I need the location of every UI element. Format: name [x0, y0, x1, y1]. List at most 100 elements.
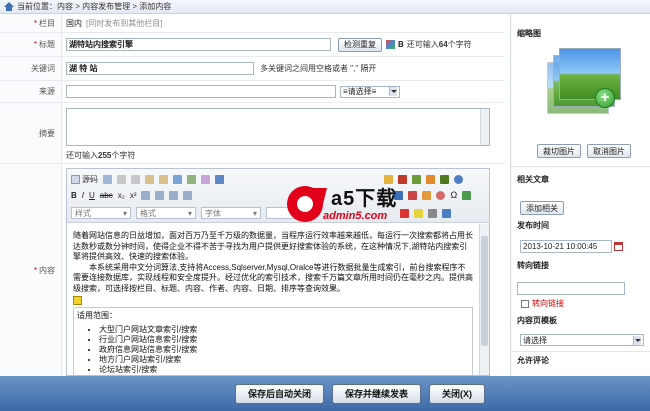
keywords-hint: 多关键词之间用空格或者 "," 隔开 — [260, 64, 377, 73]
editor-toolbar: 源码 B I U abc x₂ x² Ω 样式 ▾ 格式 ▾ 字体 ▾ — [67, 169, 489, 223]
title-char-hint: 还可输入64个字符 — [406, 40, 472, 49]
page-break-icon[interactable] — [462, 190, 472, 200]
anchor-toolbar-icon[interactable] — [422, 190, 432, 200]
bg-color-icon[interactable] — [414, 208, 423, 218]
editor-scrollbar[interactable] — [479, 224, 489, 375]
thumbnail-preview[interactable]: + — [547, 48, 621, 122]
insert-media-icon[interactable] — [426, 174, 435, 184]
scope-list: 大型门户网站文章索引/搜索 行业门户网站信息索引/搜索 政府信息网站信息索引/搜… — [99, 325, 469, 375]
column-label: 栏目 — [39, 18, 55, 28]
ordered-list-icon[interactable] — [141, 190, 151, 200]
table-icon[interactable] — [412, 174, 421, 184]
template-select[interactable]: 请选择 — [520, 334, 644, 346]
paste-icon[interactable] — [145, 174, 154, 184]
format-dropdown[interactable]: 格式 ▾ — [136, 207, 196, 219]
row-source: 来源 ≡请选择≡ — [0, 81, 505, 103]
style-dropdown[interactable]: 样式 ▾ — [71, 207, 131, 219]
paste-word-icon[interactable] — [173, 174, 182, 184]
related-title: 相关文章 — [517, 175, 549, 184]
copy-icon[interactable] — [131, 174, 140, 184]
cancel-image-button[interactable]: 取消图片 — [587, 144, 631, 158]
breadcrumb-text: 当前位置：内容 > 内容发布管理 > 添加内容 — [17, 2, 172, 11]
redirect-title: 转向链接 — [517, 261, 549, 270]
breadcrumb: 当前位置：内容 > 内容发布管理 > 添加内容 — [0, 0, 650, 14]
unordered-list-icon[interactable] — [155, 190, 165, 200]
home-icon — [3, 1, 14, 12]
content-label: 内容 — [39, 265, 55, 275]
editor-content[interactable]: 随着网站信息的日益增加，面对百万乃至千万级的数据量，当程序运行效率越来越低，每运… — [67, 224, 479, 375]
bold-title-toggle[interactable]: B — [398, 40, 404, 49]
underline-button[interactable]: U — [89, 191, 95, 200]
check-duplicate-button[interactable]: 检测重复 — [338, 37, 382, 52]
sidebar: 缩略图 + 裁切图片 取消图片 相关文章 添加相关 发布时间 2013-10-2… — [510, 14, 650, 376]
list-item: 地方门户网站索引/搜索 — [99, 355, 469, 365]
source-code-button[interactable]: 源码 — [71, 174, 98, 185]
keywords-label: 关键词 — [31, 64, 55, 73]
redirect-input[interactable] — [517, 282, 625, 295]
plus-icon[interactable]: + — [595, 88, 615, 108]
save-continue-button[interactable]: 保存并继续发表 — [332, 383, 422, 404]
maximize-icon[interactable] — [428, 208, 437, 218]
undo-icon[interactable] — [215, 174, 224, 184]
globe-icon[interactable] — [454, 174, 463, 184]
smiley-icon[interactable] — [436, 190, 446, 200]
row-keywords: 关键词 湖 特 站 多关键词之间用空格或者 "," 隔开 — [0, 57, 505, 81]
special-char-icon[interactable]: Ω — [450, 190, 457, 200]
source-select[interactable]: ≡请选择≡ — [340, 85, 400, 98]
row-content: * 内容 源码 B I U abc x₂ x² Ω 样式 ▾ 格式 ▾ 字体 ▾… — [0, 164, 505, 376]
summary-scrollbar[interactable] — [480, 109, 489, 145]
list-item: 大型门户网站文章索引/搜索 — [99, 325, 469, 335]
title-input[interactable]: 湖特站内搜索引擎 — [66, 38, 331, 51]
subscript-button[interactable]: x₂ — [118, 191, 125, 200]
chevron-down-icon: ▾ — [252, 208, 257, 218]
close-button[interactable]: 关闭(X) — [429, 383, 486, 404]
comment-title: 允许评论 — [517, 356, 549, 365]
content-paragraph-1: 随着网站信息的日益增加，面对百万乃至千万级的数据量，当程序运行效率越来越低，每运… — [73, 231, 473, 261]
scope-title: 适用范围： — [77, 311, 117, 320]
template-title: 内容页模板 — [517, 316, 557, 325]
source-label: 来源 — [39, 87, 55, 96]
summary-textarea[interactable] — [66, 108, 490, 146]
publish-time-input[interactable]: 2013-10-21 10:00:45 — [520, 240, 612, 253]
color-picker-icon[interactable] — [386, 40, 395, 49]
bold-button[interactable]: B — [71, 191, 77, 200]
add-related-button[interactable]: 添加相关 — [520, 201, 564, 215]
crop-image-button[interactable]: 裁切图片 — [537, 144, 581, 158]
cut-icon[interactable] — [117, 174, 126, 184]
italic-button[interactable]: I — [82, 191, 84, 200]
source-input[interactable] — [66, 85, 336, 98]
save-close-button[interactable]: 保存后自动关闭 — [234, 383, 324, 404]
row-column: * 栏目 国内 [同时发布到其他栏目] — [0, 14, 505, 33]
chevron-down-icon: ▾ — [122, 208, 127, 218]
new-page-icon[interactable] — [103, 174, 112, 184]
video-icon[interactable] — [440, 174, 449, 184]
calendar-icon[interactable] — [614, 242, 623, 251]
paste-text-icon[interactable] — [159, 174, 168, 184]
unlink-icon[interactable] — [408, 190, 418, 200]
strikethrough-button[interactable]: abc — [100, 191, 113, 200]
font-dropdown[interactable]: 字体 ▾ — [201, 207, 261, 219]
about-icon[interactable] — [442, 208, 451, 218]
source-code-icon — [71, 174, 80, 184]
row-title: * 标题 湖特站内搜索引擎 检测重复 B 还可输入64个字符 — [0, 33, 505, 57]
summary-label: 摘要 — [39, 128, 55, 138]
indent-icon[interactable] — [183, 190, 193, 200]
summary-char-hint: 还可输入255个字符 — [66, 151, 136, 160]
title-label: 标题 — [39, 40, 55, 49]
print-icon[interactable] — [187, 174, 196, 184]
watermark-domain: admin5.com — [323, 210, 388, 222]
outdent-icon[interactable] — [169, 190, 179, 200]
list-item: 行业门户网站信息索引/搜索 — [99, 335, 469, 345]
sync-columns-link[interactable]: [同时发布到其他栏目] — [86, 18, 162, 29]
superscript-button[interactable]: x² — [130, 191, 137, 200]
list-item: 论坛站索引/搜索 — [99, 365, 469, 375]
row-summary: 摘要 还可输入255个字符 — [0, 103, 505, 164]
redirect-checkbox[interactable] — [521, 299, 529, 308]
spellcheck-icon[interactable] — [201, 174, 210, 184]
scrollbar-thumb[interactable] — [481, 236, 488, 346]
chevron-down-icon — [389, 87, 397, 96]
watermark-brand: a5下载 — [331, 188, 398, 210]
rich-text-editor: 源码 B I U abc x₂ x² Ω 样式 ▾ 格式 ▾ 字体 ▾ 随着网站… — [66, 168, 490, 376]
list-item: 政府信息网站信息索引/搜索 — [99, 345, 469, 355]
keywords-input[interactable]: 湖 特 站 — [66, 62, 254, 75]
